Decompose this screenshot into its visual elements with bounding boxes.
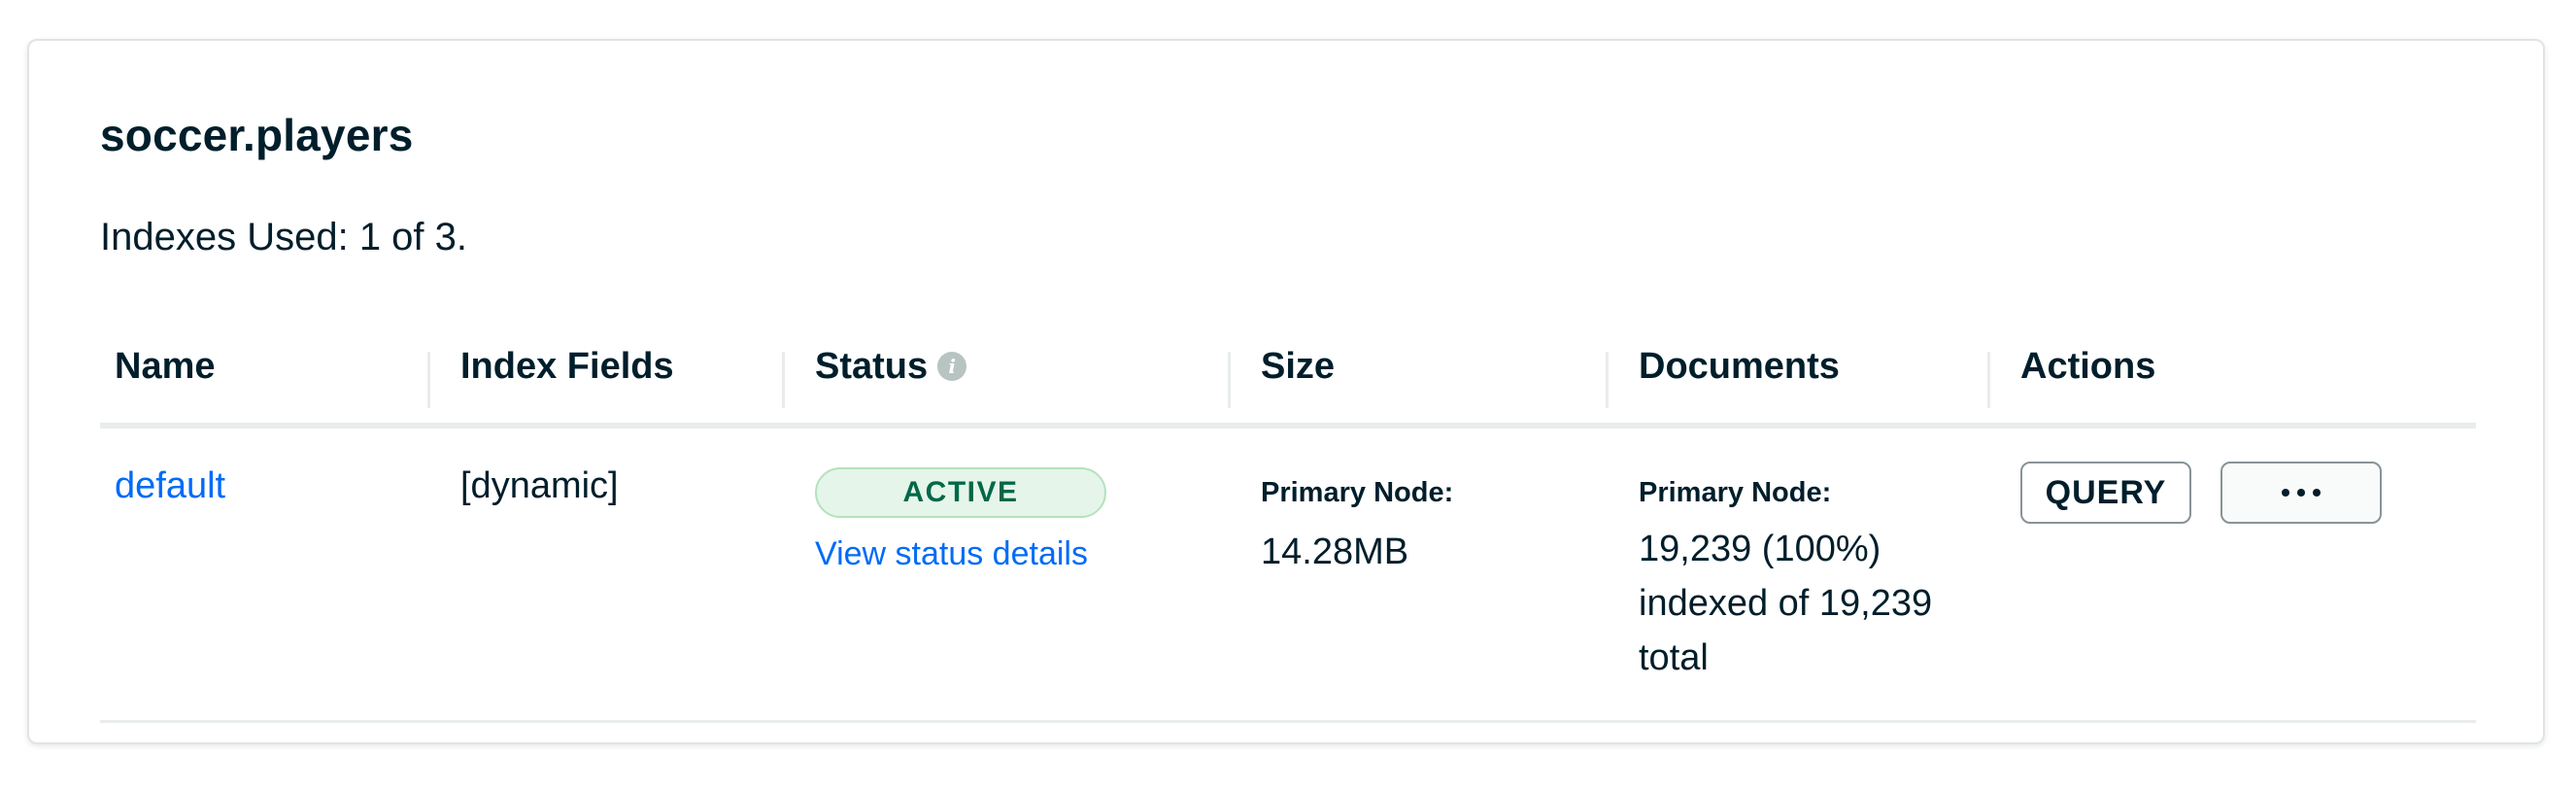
more-actions-button[interactable]: [2220, 462, 2382, 524]
documents-count: 19,239 (100%): [1639, 529, 1881, 569]
header-divider: [782, 352, 785, 408]
collection-title: soccer.players: [100, 110, 414, 160]
header-divider: [1987, 352, 1990, 408]
info-icon[interactable]: i: [937, 352, 967, 381]
index-name-link[interactable]: default: [115, 465, 225, 507]
search-index-card: soccer.players Indexes Used: 1 of 3. Nam…: [27, 39, 2545, 744]
query-button[interactable]: QUERY: [2020, 462, 2191, 524]
header-divider: [1606, 352, 1609, 408]
indexes-used-summary: Indexes Used: 1 of 3.: [100, 216, 468, 258]
size-value: 14.28MB: [1261, 532, 1409, 572]
view-status-details-link[interactable]: View status details: [815, 535, 1088, 573]
documents-primary-node-label: Primary Node:: [1639, 477, 1832, 508]
header-documents: Documents: [1639, 345, 1840, 387]
status-badge: ACTIVE: [815, 467, 1106, 518]
index-fields-value: [dynamic]: [460, 465, 619, 506]
table-header: Name Index Fields Status i Size Document…: [100, 337, 2476, 429]
header-status: Status i: [815, 337, 967, 395]
documents-value: 19,239 (100%) indexed of 19,239 total: [1639, 522, 1932, 685]
header-divider: [1228, 352, 1231, 408]
search-index-table: Name Index Fields Status i Size Document…: [100, 337, 2476, 723]
documents-total: total: [1639, 637, 1709, 678]
header-divider: [427, 352, 430, 408]
size-primary-node-label: Primary Node:: [1261, 477, 1454, 508]
header-size: Size: [1261, 345, 1336, 387]
documents-indexed-of: indexed of 19,239: [1639, 583, 1933, 624]
header-actions: Actions: [2020, 345, 2156, 387]
ellipsis-icon: [2282, 489, 2321, 497]
header-status-label: Status: [815, 345, 929, 387]
table-row: default [dynamic] ACTIVE View status det…: [100, 429, 2476, 723]
header-index-fields: Index Fields: [460, 345, 674, 387]
header-name: Name: [115, 345, 216, 387]
